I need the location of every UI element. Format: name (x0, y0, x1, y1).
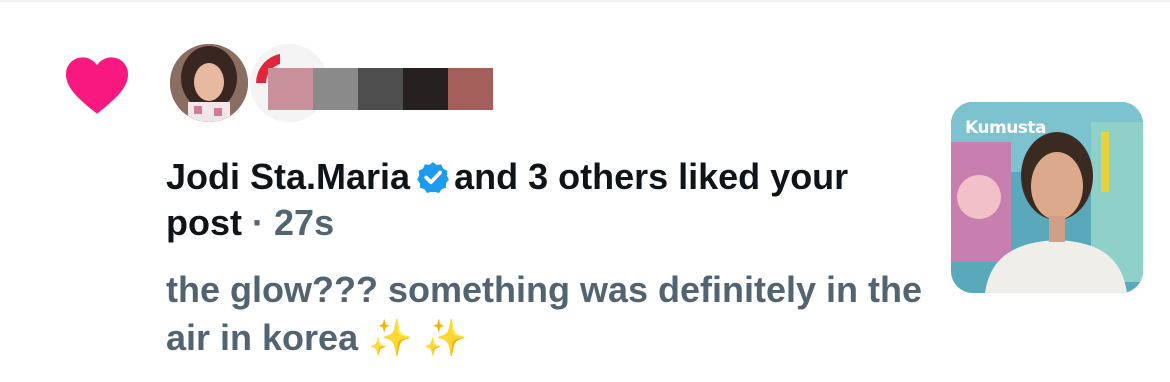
separator-dot: · (252, 202, 265, 243)
liker-name[interactable]: Jodi Sta.Maria (166, 156, 410, 197)
notification-headline[interactable]: Jodi Sta.Maria and 3 others liked your p… (166, 154, 886, 246)
post-thumbnail[interactable]: Kumusta (951, 102, 1143, 293)
verified-badge-icon (417, 162, 449, 194)
post-text[interactable]: the glow??? something was definitely in … (166, 266, 926, 362)
avatar-other-2 (268, 68, 493, 110)
liker-avatars (168, 42, 498, 124)
heart-icon (66, 57, 128, 114)
timestamp: 27s (274, 202, 335, 243)
thumbnail-brand: Kumusta (965, 118, 1047, 138)
like-notification[interactable]: Jodi Sta.Maria and 3 others liked your p… (0, 0, 1170, 382)
avatar-jodi[interactable] (168, 42, 250, 124)
